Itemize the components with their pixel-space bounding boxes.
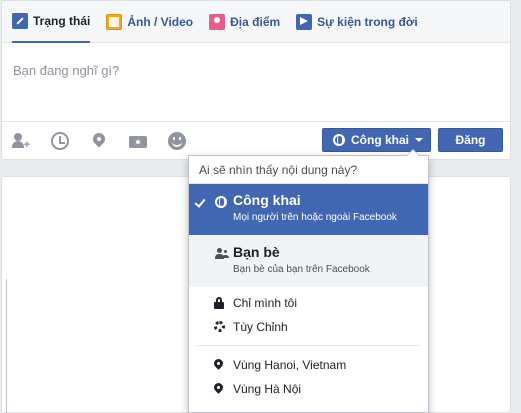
- tag-friends-icon[interactable]: +: [12, 132, 30, 150]
- privacy-menu: Ai sẽ nhìn thấy nội dung này? Công khai …: [188, 149, 429, 413]
- privacy-option-public[interactable]: Công khai Mọi người trên hoặc ngoài Face…: [189, 184, 428, 235]
- privacy-selector-label: Công khai: [351, 133, 410, 147]
- checkmark-icon: [194, 196, 206, 208]
- chevron-down-icon: [415, 138, 424, 142]
- clock-icon[interactable]: [51, 131, 69, 150]
- status-input[interactable]: Bạn đang nghĩ gì?: [13, 63, 119, 78]
- photo-icon: [106, 13, 123, 30]
- composer-actions: +: [2, 121, 510, 159]
- privacy-option-label: Vùng Hà Nội: [233, 382, 302, 396]
- location-pin-icon: [214, 359, 224, 371]
- privacy-option-title: Bạn bè: [233, 244, 280, 260]
- camera-icon[interactable]: [129, 132, 147, 150]
- tab-place[interactable]: Địa điểm: [209, 1, 280, 43]
- globe-icon: [215, 196, 227, 208]
- place-icon: [209, 13, 226, 30]
- tab-status[interactable]: Trạng thái: [12, 1, 91, 43]
- location-pin-icon[interactable]: [90, 132, 108, 150]
- pencil-icon: [12, 12, 28, 29]
- tab-life-event[interactable]: Sự kiện trong đời: [296, 1, 418, 43]
- location-pin-icon: [214, 383, 224, 395]
- privacy-option-location-hanoi-vietnam[interactable]: Vùng Hanoi, Vietnam: [189, 353, 428, 377]
- privacy-option-friends[interactable]: Bạn bè Bạn bè của bạn trên Facebook: [189, 236, 428, 287]
- post-button[interactable]: Đăng: [438, 128, 503, 152]
- privacy-option-only-me[interactable]: Chỉ mình tôi: [189, 291, 428, 315]
- lock-icon: [214, 297, 224, 309]
- tab-photo-video-label: Ảnh / Video: [127, 14, 194, 29]
- gear-icon: [214, 321, 225, 332]
- privacy-option-label: Tùy Chỉnh: [233, 320, 288, 334]
- tab-photo-video[interactable]: Ảnh / Video: [106, 1, 193, 43]
- menu-divider: [197, 345, 420, 346]
- tag-plus-sign: +: [23, 138, 30, 151]
- tab-place-label: Địa điểm: [230, 14, 281, 29]
- friends-icon: [215, 248, 229, 260]
- privacy-option-custom[interactable]: Tùy Chỉnh: [189, 315, 428, 339]
- tab-life-event-label: Sự kiện trong đời: [317, 14, 418, 29]
- privacy-option-label: Vùng Hanoi, Vietnam: [233, 358, 347, 372]
- privacy-menu-header: Ai sẽ nhìn thấy nội dung này?: [189, 156, 428, 184]
- privacy-option-location-ha-noi[interactable]: Vùng Hà Nội: [189, 377, 428, 401]
- privacy-option-title: Công khai: [233, 192, 301, 208]
- emoji-icon[interactable]: [168, 131, 186, 150]
- privacy-option-subtitle: Bạn bè của bạn trên Facebook: [233, 264, 370, 275]
- life-event-icon: [296, 13, 313, 30]
- privacy-option-subtitle: Mọi người trên hoặc ngoài Facebook: [233, 212, 397, 223]
- composer-tabs: Trạng thái Ảnh / Video Địa điểm Sự kiện …: [2, 1, 510, 43]
- tab-status-label: Trạng thái: [33, 13, 91, 28]
- divider: [6, 279, 7, 413]
- globe-icon: [333, 134, 345, 146]
- status-composer: Trạng thái Ảnh / Video Địa điểm Sự kiện …: [1, 0, 511, 160]
- privacy-option-label: Chỉ mình tôi: [233, 296, 298, 310]
